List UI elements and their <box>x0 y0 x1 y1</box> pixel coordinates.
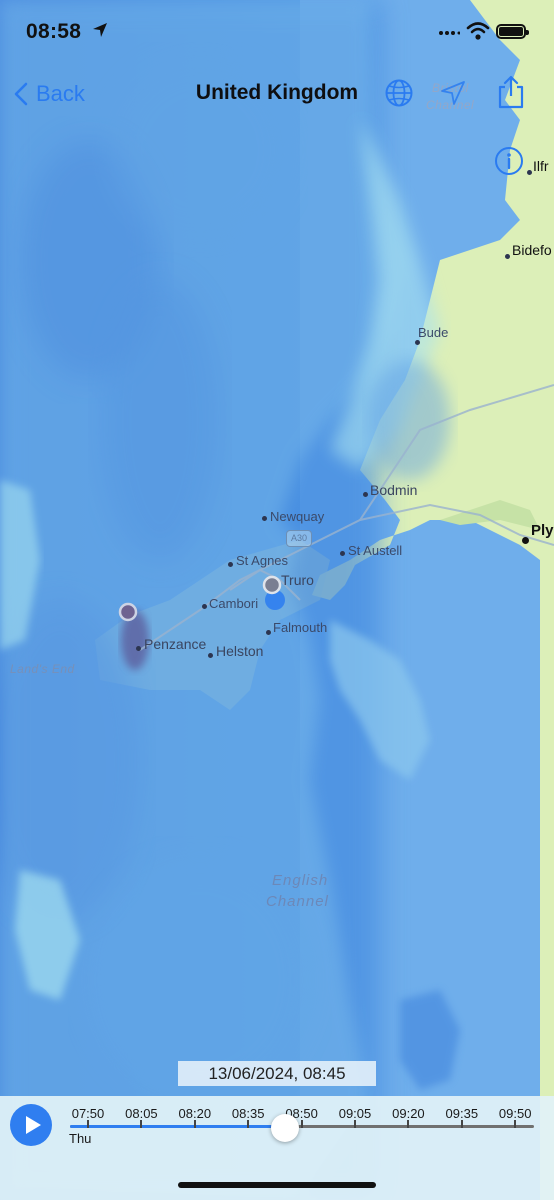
timeline-tick <box>140 1120 143 1128</box>
place-dot <box>266 630 271 635</box>
home-indicator <box>178 1182 376 1188</box>
timeline-tick <box>247 1120 250 1128</box>
navigation-arrow-icon[interactable] <box>440 80 466 106</box>
place-label-st-agnes: St Agnes <box>236 553 289 568</box>
timeline-track[interactable] <box>70 1120 534 1128</box>
cellular-signal-icon <box>439 31 460 35</box>
place-label-penzance: Penzance <box>144 636 207 652</box>
place-label-ply: Ply <box>531 522 554 539</box>
globe-icon[interactable] <box>384 78 414 108</box>
sea-label-english: English <box>272 872 329 889</box>
place-label-truro: Truro <box>281 572 314 588</box>
place-label-newquay: Newquay <box>270 509 325 524</box>
place-dot <box>527 170 532 175</box>
road-badge-a30: A30 <box>286 530 312 547</box>
place-label-helston: Helston <box>216 643 264 659</box>
timeline-tick <box>87 1120 89 1128</box>
place-label-ilfr: Ilfr <box>533 158 549 174</box>
back-button[interactable]: Back <box>14 78 85 110</box>
sea-label-channel: Channel <box>266 893 329 910</box>
timeline-tick <box>407 1120 410 1128</box>
timeline-tick <box>354 1120 356 1128</box>
poi-marker-penzance[interactable] <box>118 602 138 622</box>
timeline-tick <box>300 1120 303 1128</box>
place-dot <box>505 254 510 259</box>
page-title: United Kingdom <box>195 81 359 104</box>
status-time: 08:58 <box>26 20 82 43</box>
timeline-progress <box>70 1125 285 1128</box>
wifi-icon <box>466 22 490 40</box>
timeline-label: 09:50 <box>498 1106 532 1121</box>
poi-marker-truro[interactable] <box>262 575 282 595</box>
place-dot <box>136 646 141 651</box>
sea-label-lands-end: Land's End <box>10 662 75 676</box>
play-icon <box>26 1116 41 1134</box>
place-dot <box>228 562 233 567</box>
play-button[interactable] <box>10 1104 52 1146</box>
radar-map[interactable] <box>0 0 554 1200</box>
place-dot <box>363 492 368 497</box>
place-dot <box>340 551 345 556</box>
timeline-label: 08:35 <box>231 1106 265 1121</box>
timeline-label: 09:20 <box>392 1106 425 1121</box>
info-icon[interactable] <box>494 146 524 176</box>
battery-icon <box>496 24 529 39</box>
timeline-label: 07:50 <box>71 1106 105 1121</box>
chevron-left-icon <box>14 82 28 106</box>
location-arrow-icon <box>93 23 107 37</box>
place-label-bodmin: Bodmin <box>370 482 418 498</box>
timeline-scrubber[interactable] <box>270 1114 299 1142</box>
place-dot <box>202 604 207 609</box>
timeline-day: Thu <box>69 1131 92 1146</box>
place-label-st-austell: St Austell <box>348 543 403 558</box>
timeline-tick <box>460 1120 463 1128</box>
place-dot <box>522 537 529 544</box>
place-label-falmouth: Falmouth <box>273 620 328 635</box>
status-bar: 08:58 <box>0 0 554 66</box>
place-dot <box>262 516 267 521</box>
timeline-label: 08:20 <box>178 1106 212 1121</box>
timeline-label: 09:05 <box>338 1106 372 1121</box>
timeline-tick <box>193 1120 196 1128</box>
place-label-bude: Bude <box>418 325 449 340</box>
place-dot <box>415 340 420 345</box>
back-label: Back <box>36 81 85 106</box>
timeline-label: 08:05 <box>125 1106 158 1121</box>
share-icon[interactable] <box>496 74 526 110</box>
place-label-cambori: Cambori <box>209 596 259 611</box>
timeline-label: 09:35 <box>445 1106 479 1121</box>
place-dot <box>208 653 213 658</box>
radar-timestamp: 13/06/2024, 08:45 <box>178 1061 376 1086</box>
place-label-bidefo: Bidefo <box>512 242 552 258</box>
timeline-tick <box>514 1120 517 1128</box>
